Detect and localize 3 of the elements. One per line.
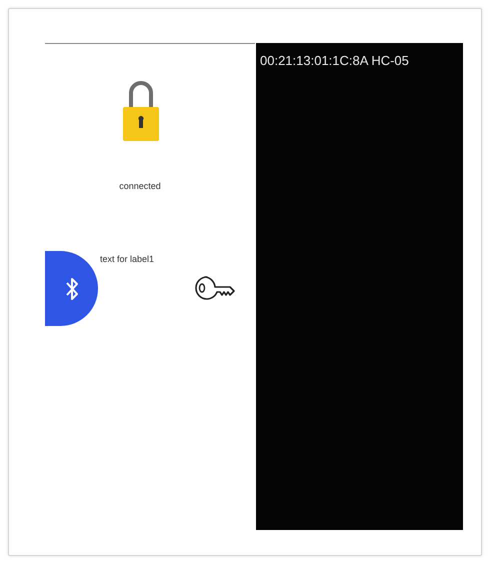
label1-text: text for label1 xyxy=(100,254,154,266)
device-list-item[interactable]: 00:21:13:01:1C:8A HC-05 xyxy=(256,43,463,78)
status-label: connected xyxy=(119,181,161,191)
